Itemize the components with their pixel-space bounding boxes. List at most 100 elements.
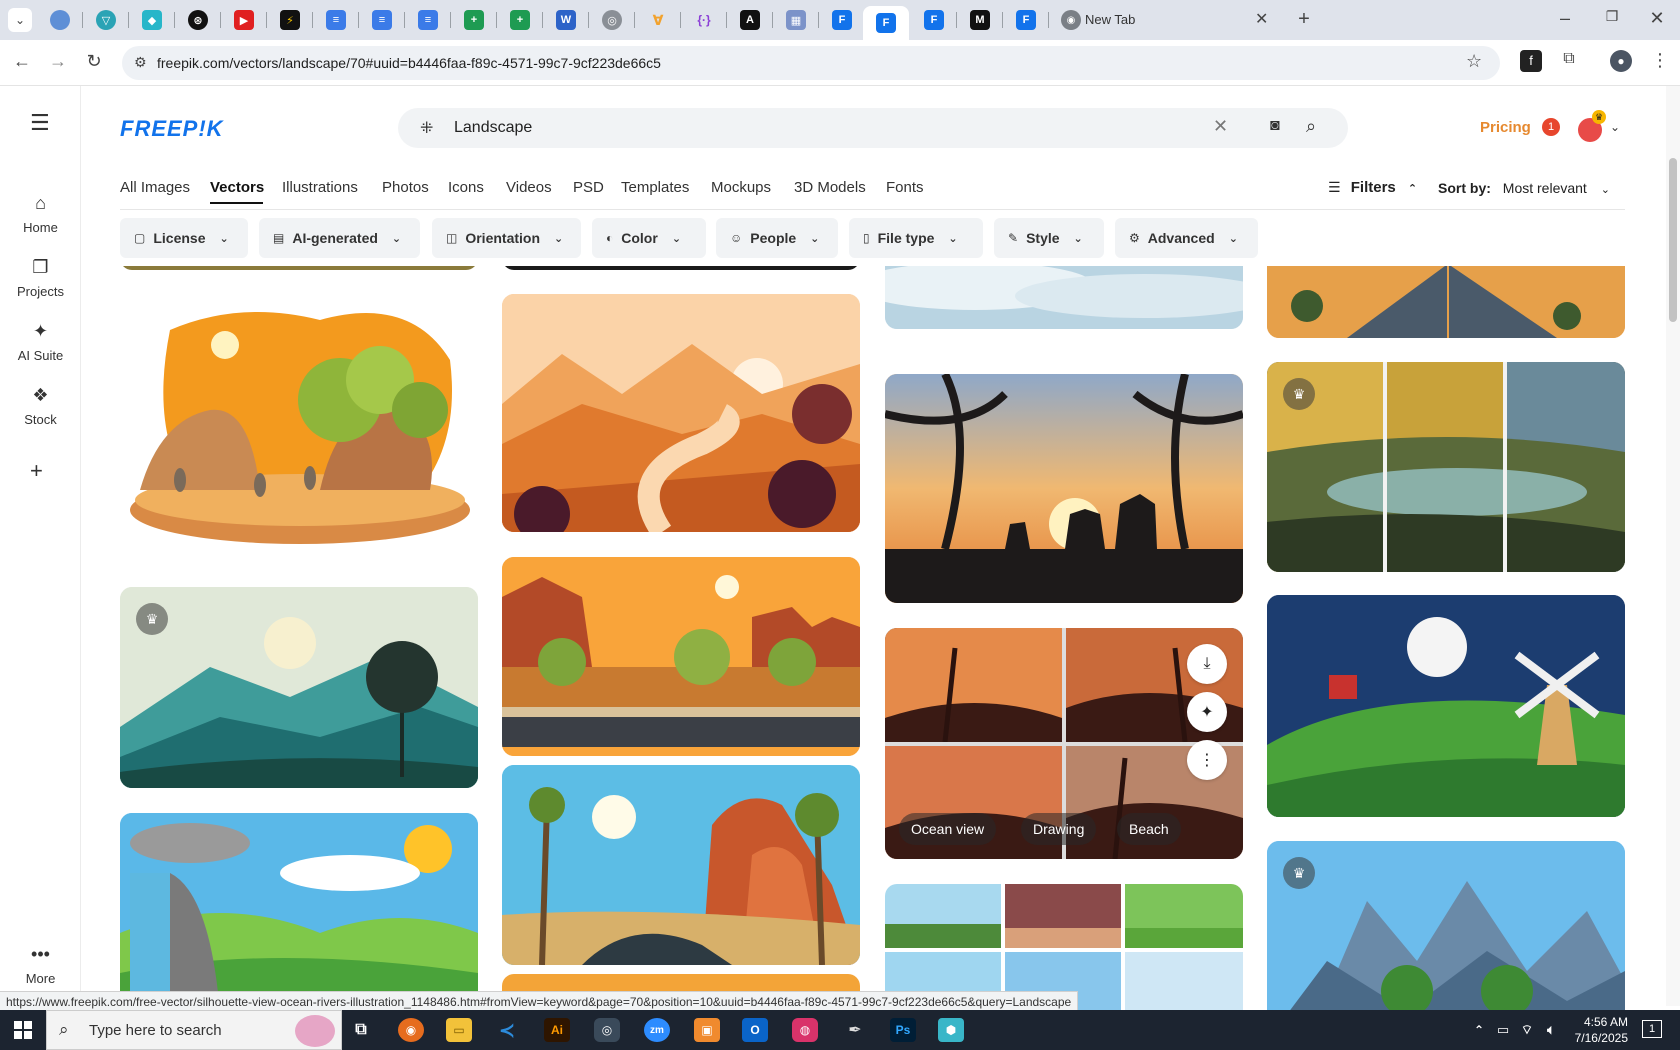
result-triptych-sunset-lake[interactable]: ♛ [1267, 362, 1625, 572]
network-icon[interactable]: ▭ [1490, 1018, 1516, 1042]
tab-fonts[interactable]: Fonts [886, 179, 924, 196]
new-tab-plus-icon[interactable]: + [1292, 8, 1316, 31]
tab-mockups[interactable]: Mockups [711, 179, 771, 196]
tab-illustrations[interactable]: Illustrations [282, 179, 358, 196]
tab-favicon-youtube[interactable]: ▶ [234, 10, 254, 30]
tab-favicon-word[interactable]: W [556, 10, 576, 30]
tab-favicon-3[interactable]: ◆ [142, 10, 162, 30]
taskbar-search-box[interactable]: ⌕ Type here to search [46, 1010, 342, 1050]
tab-icons[interactable]: Icons [448, 179, 484, 196]
chrome-taskbar-icon[interactable]: ◎ [594, 1018, 620, 1042]
search-icon[interactable]: ⌕ [1306, 116, 1316, 137]
photoshop-icon[interactable]: Ps [890, 1018, 916, 1042]
result-joshua-tree-rocks[interactable] [502, 765, 860, 965]
forward-arrow-icon[interactable]: → [46, 51, 70, 72]
tab-vectors[interactable]: Vectors [210, 179, 264, 196]
tag-beach[interactable]: Beach [1117, 813, 1181, 845]
tab-favicon-freepik-1[interactable]: F [832, 10, 852, 30]
tab-favicon-globe[interactable]: ◎ [602, 10, 622, 30]
tag-drawing[interactable]: Drawing [1021, 813, 1097, 845]
sidebar-item-home[interactable]: ⌂ Home [0, 193, 81, 235]
more-options-icon[interactable]: ⋮ [1187, 740, 1227, 780]
filters-toggle[interactable]: ☰ Filters ⌃ [1328, 179, 1417, 196]
search-bar[interactable]: ⁜ Landscape ✕ ◙ ⌕ [398, 108, 1348, 148]
creative-cloud-icon[interactable]: ◍ [792, 1018, 818, 1042]
sidebar-item-ai-suite[interactable]: ✦ AI Suite [0, 321, 81, 363]
illustrator-icon[interactable]: Ai [544, 1018, 570, 1042]
profile-avatar-icon[interactable]: ● [1610, 50, 1632, 72]
tab-favicon-6[interactable]: ∀ [648, 10, 668, 30]
zoom-icon[interactable]: zm [644, 1018, 670, 1042]
freepik-logo[interactable]: FREEP!K [120, 116, 224, 142]
filter-color[interactable]: ◐ Color ⌄ [592, 218, 706, 258]
extension-f-icon[interactable]: f [1520, 50, 1542, 72]
tab-favicon-bolt[interactable]: ⚡ [280, 10, 300, 30]
result-desert-canyon-road[interactable] [502, 557, 860, 756]
omnibox[interactable]: ⚙ freepik.com/vectors/landscape/70#uuid=… [122, 46, 1500, 80]
wifi-icon[interactable]: ⌔ [1514, 1018, 1540, 1042]
tab-new-tab[interactable]: ◉ New Tab ✕ [1055, 8, 1277, 32]
edit-with-ai-icon[interactable]: ✦ [1187, 692, 1227, 732]
filter-ai-generated[interactable]: ▤ AI-generated ⌄ [259, 218, 420, 258]
tab-search-button[interactable]: ⌄ [8, 8, 32, 32]
active-tab[interactable]: F [863, 6, 909, 40]
close-window-icon[interactable]: ✕ [1645, 8, 1669, 29]
page-scrollbar[interactable] [1666, 86, 1680, 1006]
tab-favicon-1[interactable] [50, 10, 70, 30]
sidebar-item-stock[interactable]: ❖ Stock [0, 385, 81, 427]
account-chevron-down-icon[interactable]: ⌄ [1610, 120, 1620, 134]
sidebar-item-more[interactable]: ••• More [0, 944, 81, 986]
task-view-icon[interactable]: ⧉ [348, 1018, 374, 1042]
tab-favicon-docs-1[interactable]: ≡ [326, 10, 346, 30]
tab-favicon-7[interactable]: A [740, 10, 760, 30]
sidebar-item-projects[interactable]: ❐ Projects [0, 257, 81, 299]
result-clouds-sky[interactable] [885, 266, 1243, 329]
scrollbar-thumb[interactable] [1669, 158, 1677, 322]
add-plus-icon[interactable]: + [30, 458, 43, 484]
tag-ocean-view[interactable]: Ocean view [899, 813, 997, 845]
app-orange-icon[interactable]: ▣ [694, 1018, 720, 1042]
minimize-icon[interactable]: – [1553, 8, 1577, 29]
clear-search-icon[interactable]: ✕ [1213, 116, 1228, 137]
hamburger-menu-icon[interactable]: ☰ [30, 110, 50, 136]
filter-file-type[interactable]: ▯ File type ⌄ [849, 218, 983, 258]
notification-center-icon[interactable]: 1 [1642, 1020, 1662, 1038]
sort-dropdown[interactable]: Sort by: Most relevant ⌄ [1438, 180, 1610, 196]
tab-templates[interactable]: Templates [621, 179, 689, 196]
outlook-icon[interactable]: O [742, 1018, 768, 1042]
tab-favicon-freepik-4[interactable]: F [1016, 10, 1036, 30]
search-input[interactable]: Landscape [454, 119, 532, 137]
tab-photos[interactable]: Photos [382, 179, 429, 196]
extensions-puzzle-icon[interactable]: ⧉ [1557, 50, 1581, 68]
tab-favicon-sheets-2[interactable]: + [510, 10, 530, 30]
system-tray-chevron-icon[interactable]: ⌃ [1466, 1018, 1492, 1042]
result-ocean-rivers-silhouette[interactable]: ⤓ ✦ ⋮ Ocean view Drawing Beach [885, 628, 1243, 859]
result-orange-mountains-river[interactable] [502, 294, 860, 532]
result-mountain-peaks-forest[interactable]: ♛ [1267, 841, 1625, 1010]
filter-license[interactable]: ▢ License ⌄ [120, 218, 248, 258]
pen-tool-icon[interactable]: ✒ [842, 1018, 868, 1042]
result-thumb-partial-top-1[interactable] [120, 266, 478, 270]
close-tab-icon[interactable]: ✕ [1255, 9, 1268, 29]
bookmark-star-icon[interactable]: ☆ [1466, 51, 1482, 72]
search-mode-icon[interactable]: ⁜ [420, 118, 433, 138]
windows-start-icon[interactable] [14, 1021, 32, 1039]
site-info-icon[interactable]: ⚙ [134, 54, 147, 71]
filter-advanced[interactable]: ⚙ Advanced ⌄ [1115, 218, 1258, 258]
tab-3d-models[interactable]: 3D Models [794, 179, 866, 196]
download-icon[interactable]: ⤓ [1187, 644, 1227, 684]
app-hexagon-icon[interactable]: ⬢ [938, 1018, 964, 1042]
result-road-forest[interactable] [1267, 266, 1625, 338]
tab-favicon-freepik-3[interactable]: F [924, 10, 944, 30]
filter-style[interactable]: ✎ Style ⌄ [994, 218, 1104, 258]
firefox-icon[interactable]: ◉ [398, 1018, 424, 1042]
reload-icon[interactable]: ↻ [82, 51, 106, 72]
pricing-link[interactable]: Pricing [1480, 119, 1531, 136]
back-arrow-icon[interactable]: ← [10, 51, 34, 72]
taskbar-clock[interactable]: 4:56 AM 7/16/2025 [1558, 1014, 1628, 1046]
notifications-bell-icon[interactable]: 1 [1542, 118, 1560, 136]
tab-favicon-8[interactable]: ▦ [786, 10, 806, 30]
filter-orientation[interactable]: ◫ Orientation ⌄ [432, 218, 581, 258]
result-windmill-farm-night[interactable] [1267, 595, 1625, 817]
tab-favicon-openai[interactable]: ⊛ [188, 10, 208, 30]
